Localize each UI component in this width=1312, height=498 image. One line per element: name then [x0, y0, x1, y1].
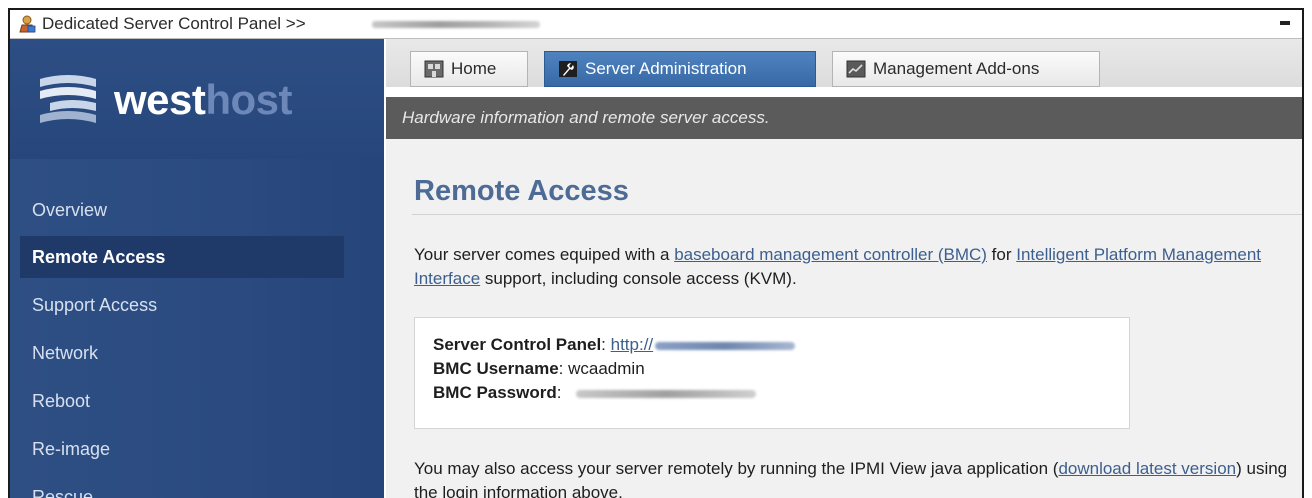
sidebar: westhost Overview Remote Access Support … [10, 39, 384, 498]
tab-server-administration[interactable]: Server Administration [544, 51, 816, 87]
control-panel-url-link[interactable]: http:// [611, 335, 654, 354]
app-icon [19, 15, 36, 33]
download-latest-version-link[interactable]: download latest version [1058, 459, 1236, 478]
sidebar-item-remote-access[interactable]: Remote Access [20, 236, 344, 278]
title-divider [412, 214, 1302, 215]
sidebar-item-reboot[interactable]: Reboot [20, 380, 344, 422]
logo-text-west: west [114, 76, 206, 123]
tab-home[interactable]: Home [410, 51, 528, 87]
redacted-url [655, 341, 796, 350]
section-subheader: Hardware information and remote server a… [386, 97, 1302, 139]
sidebar-header: westhost [10, 39, 384, 159]
home-icon [424, 60, 444, 78]
redacted-password [576, 389, 757, 398]
wrench-icon [559, 61, 577, 77]
sidebar-item-label: Reboot [32, 391, 91, 411]
westhost-logo: westhost [114, 76, 293, 124]
minimize-button[interactable] [1280, 21, 1290, 25]
sidebar-item-label: Remote Access [32, 247, 166, 267]
bmc-username-label: BMC Username [433, 359, 559, 378]
outro-text: You may also access your server remotely… [414, 459, 1059, 478]
bmc-username-line: BMC Username: wcaadmin [433, 359, 645, 378]
westhost-logo-icon [40, 75, 96, 123]
bmc-password-label: BMC Password [433, 383, 557, 402]
intro-text: for [986, 245, 1017, 264]
logo-text-host: host [205, 76, 293, 123]
sidebar-item-label: Re-image [32, 439, 111, 459]
title-bar: Dedicated Server Control Panel >> [10, 10, 1302, 39]
bmc-link[interactable]: baseboard management controller (BMC) [674, 245, 987, 264]
chart-icon [846, 60, 866, 78]
sidebar-item-label: Rescue [32, 487, 94, 498]
credentials-box: Server Control Panel: http:// BMC Userna… [414, 317, 1130, 429]
content-area: Remote Access Your server comes equiped … [386, 139, 1302, 498]
sidebar-item-label: Network [32, 343, 99, 363]
sidebar-item-label: Overview [32, 200, 108, 220]
intro-text: Your server comes equiped with a [414, 245, 675, 264]
main-panel: Home Server Administration Management Ad… [386, 39, 1302, 498]
intro-text: support, including console access (KVM). [480, 269, 797, 288]
sidebar-item-re-image[interactable]: Re-image [20, 428, 344, 470]
tab-label: Management Add-ons [873, 59, 1040, 78]
bmc-password-line: BMC Password: [433, 382, 757, 404]
page-title: Remote Access [414, 175, 629, 207]
intro-paragraph: Your server comes equiped with a baseboa… [414, 243, 1302, 291]
window-title: Dedicated Server Control Panel >> [42, 14, 306, 33]
sidebar-item-rescue[interactable]: Rescue [20, 476, 344, 498]
control-panel-label: Server Control Panel [433, 335, 602, 354]
tab-label: Home [451, 59, 497, 78]
sidebar-item-overview[interactable]: Overview [20, 189, 344, 231]
redacted-server-name [372, 21, 540, 28]
bmc-username-value: wcaadmin [568, 359, 645, 378]
tab-label: Server Administration [585, 59, 747, 78]
sidebar-item-label: Support Access [32, 295, 158, 315]
sidebar-item-support-access[interactable]: Support Access [20, 284, 344, 326]
outro-paragraph: You may also access your server remotely… [414, 457, 1302, 498]
control-panel-window: Dedicated Server Control Panel >> westho… [8, 8, 1304, 498]
tab-management-add-ons[interactable]: Management Add-ons [832, 51, 1100, 87]
control-panel-line: Server Control Panel: http:// [433, 334, 796, 356]
sidebar-item-network[interactable]: Network [20, 332, 344, 374]
tab-bar: Home Server Administration Management Ad… [386, 39, 1302, 87]
